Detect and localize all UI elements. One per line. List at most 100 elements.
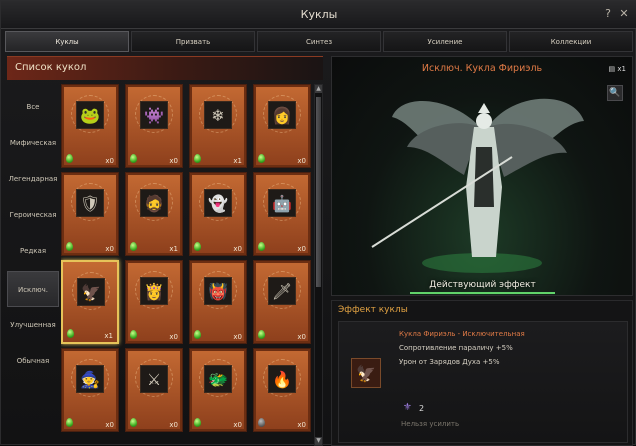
grade-gem-icon [66,154,73,163]
doll-card[interactable]: 👩 x0 [253,84,311,168]
scroll-thumb[interactable] [316,97,321,287]
doll-card[interactable]: ❄ x1 [189,84,247,168]
category-heroic[interactable]: Героическая [7,197,59,233]
tab-collections[interactable]: Коллекции [509,31,633,52]
doll-count: x0 [297,421,306,429]
grade-gem-icon [130,418,137,427]
window-title: Куклы [300,8,338,21]
doll-count: x1 [169,245,178,253]
doll-card[interactable]: 👹 x0 [189,260,247,344]
doll-detail-panel: Исключ. Кукла Фириэль ▤ x1 🔍 Действующий… [331,56,633,296]
doll-card[interactable]: 🗡 x0 [253,260,311,344]
owned-icon: ▤ [608,65,616,73]
owned-indicator: ▤ x1 [609,65,626,73]
grade-gem-icon [130,242,137,251]
enhance-icon: ⚜ [403,402,412,413]
doll-card[interactable]: 👻 x0 [189,172,247,256]
category-common[interactable]: Обычная [7,343,59,379]
doll-card[interactable]: 👸 x0 [125,260,183,344]
doll-count: x0 [297,245,306,253]
doll-window: Куклы ? ✕ Куклы Призвать Синтез Усиление… [0,0,636,446]
doll-title: Исключ. Кукла Фириэль [421,63,543,74]
doll-count: x0 [105,157,114,165]
effect-line-paralysis: Сопротивление параличу +5% [399,344,513,352]
doll-effect-panel: Эффект куклы 🦅 Кукла Фириэль - Исключите… [331,300,633,446]
frog-doll-icon: 🐸 [76,101,104,129]
doll-card[interactable]: 🐲 x0 [189,348,247,432]
category-improved[interactable]: Улучшенная [7,307,59,343]
category-exclusive[interactable]: Исключ. [7,271,59,307]
grade-gem-icon [258,418,265,427]
doll-card[interactable]: 🧙 x0 [61,348,119,432]
white-hair-doll-icon: 👩 [268,101,296,129]
tab-summon[interactable]: Призвать [131,31,255,52]
effect-doll-name: Кукла Фириэль - Исключительная [399,330,525,338]
doll-count: x0 [105,421,114,429]
doll-count: x0 [297,157,306,165]
doll-card[interactable]: 🤖 x0 [253,172,311,256]
orc-doll-icon: 👹 [204,277,232,305]
doll-count: x0 [169,333,178,341]
dark-knight-doll-icon: 🛡 [76,189,104,217]
doll-card[interactable]: 🛡 x0 [61,172,119,256]
tab-synthesis[interactable]: Синтез [257,31,381,52]
doll-count: x0 [233,245,242,253]
firiel-doll-figure [371,98,584,273]
grade-gem-icon [130,330,137,339]
ice-spirit-doll-icon: ❄ [204,101,232,129]
doll-count: x0 [105,245,114,253]
owned-count: x1 [617,65,626,73]
grid-scrollbar[interactable]: ▲ ▼ [314,84,323,446]
grade-gem-icon [67,329,74,338]
cannot-enhance-label: Нельзя усилить [401,420,460,428]
doll-count: x0 [169,421,178,429]
doll-count: x1 [233,157,242,165]
doll-card[interactable]: 🧔 x1 [125,172,183,256]
effect-card: 🦅 Кукла Фириэль - Исключительная Сопроти… [338,321,628,443]
category-legendary[interactable]: Легендарная [7,161,59,197]
pink-mage-doll-icon: 🧙 [76,365,104,393]
doll-count: x0 [169,157,178,165]
tab-dolls[interactable]: Куклы [5,31,129,52]
grade-gem-icon [66,418,73,427]
category-all[interactable]: Все [7,89,59,125]
doll-card[interactable]: 👾 x0 [125,84,183,168]
doll-card[interactable]: 🔥 x0 [253,348,311,432]
tab-bar: Куклы Призвать Синтез Усиление Коллекции [5,31,633,52]
grade-gem-icon [258,154,265,163]
zoom-icon[interactable]: 🔍 [607,85,623,101]
horned-doll-icon: 🐲 [204,365,232,393]
scroll-down-icon[interactable]: ▼ [315,437,322,445]
warrior-doll-icon: 🧔 [140,189,168,217]
grade-gem-icon [194,154,201,163]
ghost-doll-icon: 👻 [204,189,232,217]
close-icon[interactable]: ✕ [617,7,631,21]
category-rare[interactable]: Редкая [7,233,59,269]
doll-count: x0 [233,333,242,341]
category-mythic[interactable]: Мифическая [7,125,59,161]
tab-enhance[interactable]: Усиление [383,31,507,52]
doll-list-header: Список кукол [7,56,323,80]
active-effect-button[interactable]: Действующий эффект [410,277,555,294]
green-knight-doll-icon: 🗡 [268,277,296,305]
silver-warrior-doll-icon: ⚔ [140,365,168,393]
grade-gem-icon [258,330,265,339]
doll-grid: 🐸 x0 👾 x0 ❄ x1 👩 x0 🛡 x0 🧔 x1 👻 x0 🤖 x0 🦅 x1 👸 x0 👹 x0 🗡 x0 🧙 x0 ⚔… [61,84,313,446]
title-bar: Куклы ? ✕ [1,1,636,29]
grade-gem-icon [194,418,201,427]
category-list: Все Мифическая Легендарная Героическая Р… [7,83,59,383]
fire-demon-doll-icon: 🔥 [268,365,296,393]
scroll-up-icon[interactable]: ▲ [315,85,322,93]
grade-gem-icon [130,154,137,163]
doll-card[interactable]: 🦅 x1 [61,260,119,344]
grade-gem-icon [66,242,73,251]
doll-card[interactable]: ⚔ x0 [125,348,183,432]
effect-line-soulshot: Урон от Зарядов Духа +5% [399,358,500,366]
teal-golem-doll-icon: 👾 [140,101,168,129]
doll-card[interactable]: 🐸 x0 [61,84,119,168]
effect-header: Эффект куклы [338,305,408,315]
help-icon[interactable]: ? [601,7,615,21]
firiel-doll-icon: 🦅 [77,278,105,306]
grade-gem-icon [194,330,201,339]
red-hair-doll-icon: 👸 [140,277,168,305]
